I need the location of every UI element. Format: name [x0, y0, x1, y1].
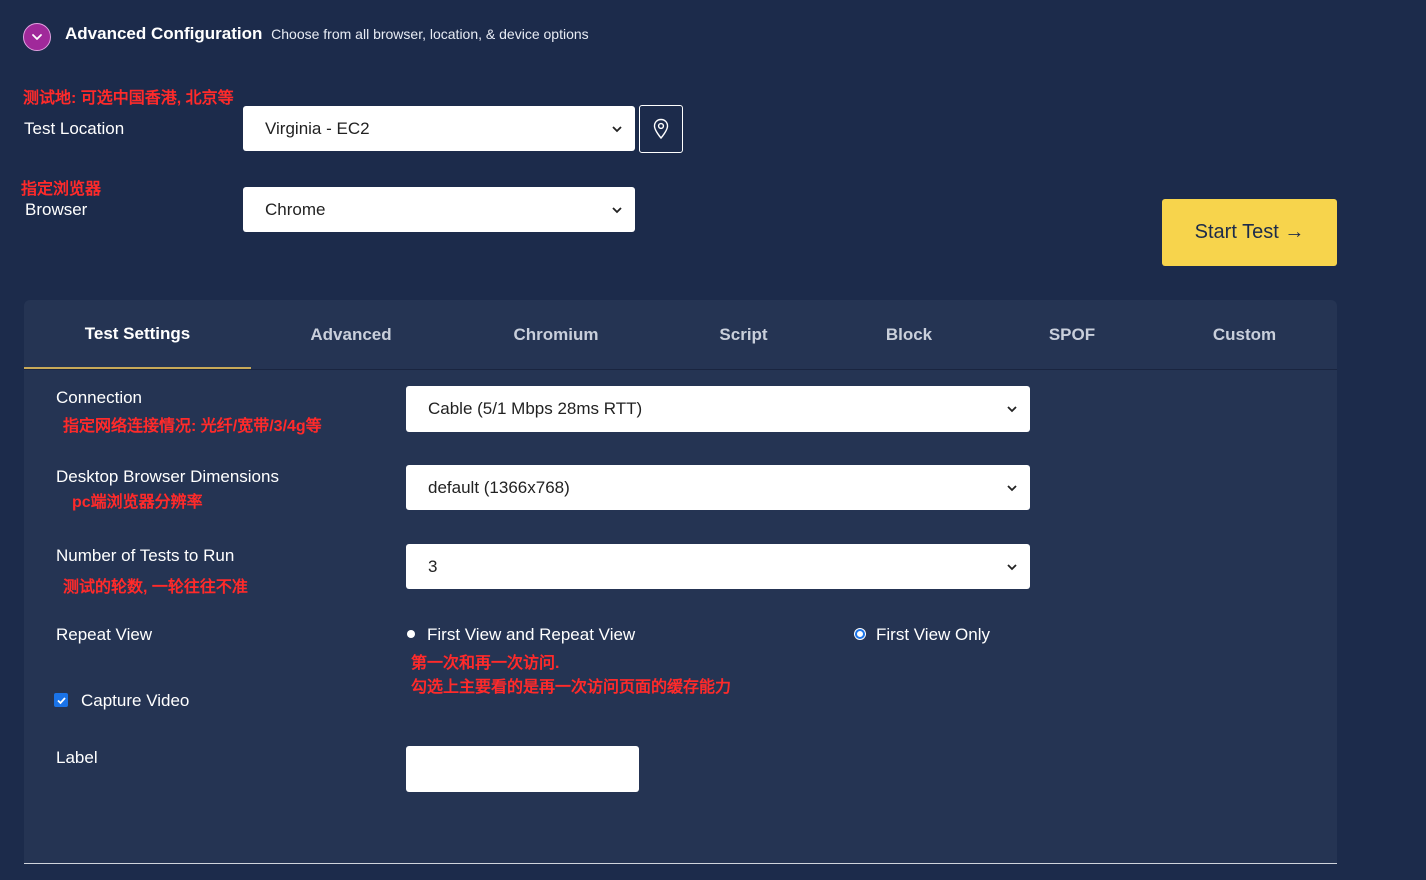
checkmark-icon	[56, 696, 66, 704]
divider	[24, 863, 1337, 864]
browser-annotation: 指定浏览器	[21, 181, 102, 198]
collapse-toggle-button[interactable]	[23, 23, 51, 51]
connection-annotation: 指定网络连接情况: 光纤/宽带/3/4g等	[63, 418, 322, 435]
test-location-select[interactable]: Virginia - EC2	[243, 106, 635, 151]
tab-bar: Test Settings Advanced Chromium Script B…	[24, 300, 1337, 370]
tab-custom[interactable]: Custom	[1152, 300, 1337, 369]
browser-value: Chrome	[265, 199, 326, 219]
dimensions-label: Desktop Browser Dimensions	[56, 467, 279, 486]
chevron-down-icon	[1007, 484, 1017, 491]
label-input[interactable]	[406, 746, 639, 792]
connection-label: Connection	[56, 388, 143, 407]
page-subtitle: Choose from all browser, location, & dev…	[271, 26, 589, 42]
tab-test-settings[interactable]: Test Settings	[24, 300, 251, 369]
map-pin-icon	[653, 118, 669, 140]
map-pin-button[interactable]	[639, 105, 683, 153]
browser-label: Browser	[25, 200, 88, 219]
page-title: Advanced Configuration	[65, 24, 263, 43]
dimensions-select[interactable]: default (1366x768)	[406, 465, 1030, 510]
radio-first-view-only-label[interactable]: First View Only	[876, 625, 990, 645]
num-tests-annotation: 测试的轮数, 一轮往往不准	[63, 579, 248, 596]
chevron-down-icon	[612, 206, 622, 213]
tab-block[interactable]: Block	[826, 300, 992, 369]
connection-value: Cable (5/1 Mbps 28ms RTT)	[428, 399, 643, 418]
dimensions-value: default (1366x768)	[428, 477, 570, 497]
tab-spof[interactable]: SPOF	[992, 300, 1152, 369]
location-annotation: 测试地: 可选中国香港, 北京等	[23, 90, 234, 107]
chevron-down-icon	[32, 34, 42, 40]
radio-first-view-only[interactable]	[855, 629, 865, 639]
repeat-view-label: Repeat View	[56, 625, 153, 644]
dimensions-annotation: pc端浏览器分辨率	[72, 494, 203, 511]
num-tests-label: Number of Tests to Run	[56, 546, 235, 565]
browser-select[interactable]: Chrome	[243, 187, 635, 232]
num-tests-select[interactable]: 3	[406, 544, 1030, 589]
radio-first-and-repeat-label[interactable]: First View and Repeat View	[427, 625, 635, 645]
capture-video-checkbox[interactable]	[54, 693, 68, 707]
capture-video-label[interactable]: Capture Video	[81, 691, 189, 711]
num-tests-value: 3	[428, 556, 438, 576]
chevron-down-icon	[1007, 563, 1017, 570]
chevron-down-icon	[612, 125, 622, 132]
tab-script[interactable]: Script	[661, 300, 826, 369]
chevron-down-icon	[1007, 406, 1017, 413]
tab-advanced[interactable]: Advanced	[251, 300, 451, 369]
test-location-label: Test Location	[24, 119, 125, 138]
tab-chromium[interactable]: Chromium	[451, 300, 661, 369]
repeat-view-annotation-line1: 第一次和再一次访问.	[411, 655, 560, 672]
start-test-button[interactable]: Start Test →	[1162, 199, 1337, 266]
connection-select[interactable]: Cable (5/1 Mbps 28ms RTT)	[406, 386, 1030, 432]
test-location-value: Virginia - EC2	[265, 118, 370, 138]
label-field-label: Label	[56, 748, 98, 767]
advanced-config-heading: Advanced Configuration Choose from all b…	[65, 24, 589, 44]
radio-first-and-repeat[interactable]	[407, 630, 415, 638]
repeat-view-annotation-line2: 勾选上主要看的是再一次访问页面的缓存能力	[411, 679, 732, 696]
